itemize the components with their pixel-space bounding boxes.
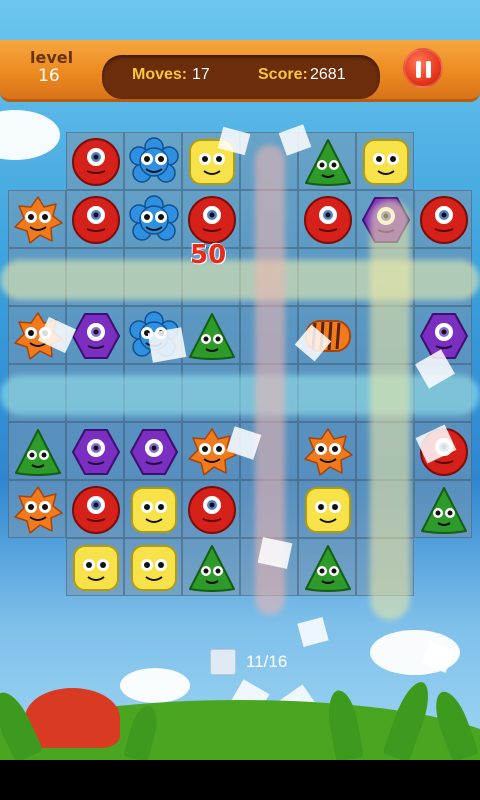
board-cell[interactable] bbox=[66, 132, 124, 190]
score-popup: 50 bbox=[190, 240, 227, 270]
ice-counter: 11/16 bbox=[210, 648, 287, 676]
board-cell[interactable] bbox=[66, 306, 124, 364]
green-triangle-piece[interactable] bbox=[187, 543, 237, 593]
orange-star-piece[interactable] bbox=[13, 195, 63, 245]
board-cell[interactable] bbox=[124, 190, 182, 248]
board-cell[interactable] bbox=[66, 422, 124, 480]
board-cell[interactable] bbox=[414, 480, 472, 538]
empty-slot bbox=[414, 132, 472, 190]
green-triangle-piece[interactable] bbox=[13, 427, 63, 477]
empty-slot bbox=[8, 132, 66, 190]
orange-star-piece[interactable] bbox=[13, 485, 63, 535]
board-cell[interactable] bbox=[182, 306, 240, 364]
ice-shard bbox=[147, 327, 187, 363]
board-cell[interactable] bbox=[124, 422, 182, 480]
red-ball-piece[interactable] bbox=[71, 485, 121, 535]
yellow-square-piece[interactable] bbox=[71, 543, 121, 593]
board-cell[interactable] bbox=[414, 190, 472, 248]
red-ball-piece[interactable] bbox=[303, 195, 353, 245]
bottom-strip bbox=[0, 760, 480, 800]
purple-hex-piece[interactable] bbox=[129, 427, 179, 477]
board-cell[interactable] bbox=[66, 538, 124, 596]
purple-hex-piece[interactable] bbox=[71, 427, 121, 477]
moves-value: 17 bbox=[192, 66, 210, 83]
red-ball-piece[interactable] bbox=[187, 485, 237, 535]
board-cell[interactable] bbox=[298, 480, 356, 538]
red-ball-piece[interactable] bbox=[71, 195, 121, 245]
mushroom bbox=[25, 688, 120, 748]
board-cell[interactable] bbox=[124, 480, 182, 538]
red-ball-piece[interactable] bbox=[71, 137, 121, 187]
yellow-square-piece[interactable] bbox=[361, 137, 411, 187]
level-value: 16 bbox=[38, 66, 60, 86]
cloud bbox=[120, 668, 190, 703]
yellow-square-piece[interactable] bbox=[303, 485, 353, 535]
green-triangle-piece[interactable] bbox=[187, 311, 237, 361]
level-label: level bbox=[30, 48, 74, 67]
board-cell[interactable] bbox=[124, 538, 182, 596]
board-cell[interactable] bbox=[124, 132, 182, 190]
pause-button[interactable] bbox=[403, 48, 443, 88]
board-cell[interactable] bbox=[8, 190, 66, 248]
ice-block-icon bbox=[210, 649, 236, 675]
yellow-square-piece[interactable] bbox=[129, 543, 179, 593]
green-triangle-piece[interactable] bbox=[419, 485, 469, 535]
light-streak-effect bbox=[370, 200, 410, 620]
board-cell[interactable] bbox=[66, 480, 124, 538]
score-label: Score: bbox=[258, 66, 308, 83]
red-ball-piece[interactable] bbox=[419, 195, 469, 245]
board-cell[interactable] bbox=[8, 422, 66, 480]
moves-label: Moves: bbox=[132, 66, 188, 83]
game-screen: level 16 Moves: 17 Score: 2681 50 11/16 bbox=[0, 0, 480, 800]
purple-hex-piece[interactable] bbox=[419, 311, 469, 361]
ice-counter-text: 11/16 bbox=[246, 652, 288, 671]
ice-shard bbox=[297, 617, 329, 647]
blue-flower-piece[interactable] bbox=[129, 137, 179, 187]
green-triangle-piece[interactable] bbox=[303, 543, 353, 593]
empty-slot bbox=[414, 538, 472, 596]
board-cell[interactable] bbox=[182, 480, 240, 538]
board-cell[interactable] bbox=[66, 190, 124, 248]
board-cell[interactable] bbox=[298, 538, 356, 596]
orange-star-piece[interactable] bbox=[303, 427, 353, 477]
board-cell[interactable] bbox=[298, 422, 356, 480]
blue-flower-piece[interactable] bbox=[129, 195, 179, 245]
purple-hex-piece[interactable] bbox=[71, 311, 121, 361]
board-cell[interactable] bbox=[298, 190, 356, 248]
stats-panel: Moves: 17 Score: 2681 bbox=[102, 55, 380, 99]
empty-slot bbox=[8, 538, 66, 596]
score-value: 2681 bbox=[310, 66, 346, 83]
board-cell[interactable] bbox=[8, 480, 66, 538]
board-cell[interactable] bbox=[356, 132, 414, 190]
red-ball-piece[interactable] bbox=[187, 195, 237, 245]
yellow-square-piece[interactable] bbox=[129, 485, 179, 535]
board-cell[interactable] bbox=[182, 538, 240, 596]
